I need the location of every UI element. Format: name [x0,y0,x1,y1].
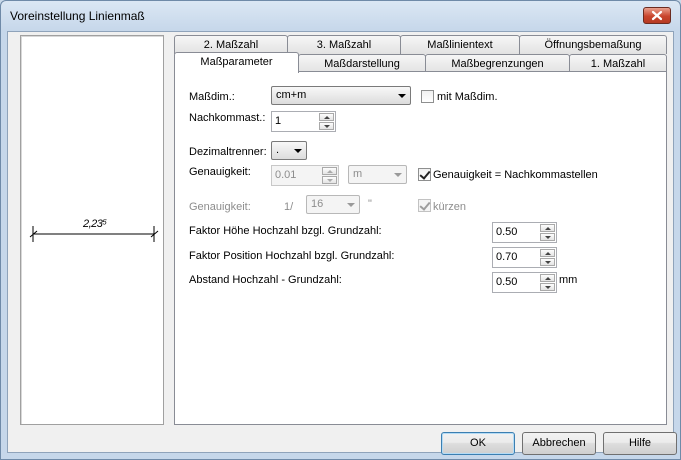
close-button[interactable] [643,7,671,24]
abstand-spinner[interactable]: 0.50 [492,272,557,293]
spin-up-icon[interactable] [322,167,337,175]
dezimaltrenner-label: Dezimaltrenner: [189,146,267,158]
dimension-line-preview [29,226,159,242]
genauigkeit-label: Genauigkeit: [189,166,251,178]
hilfe-button[interactable]: Hilfe [603,432,677,455]
ok-button[interactable]: OK [441,432,515,455]
massdim-label: Maßdim.: [189,91,235,103]
kuerzen-label: kürzen [433,201,467,213]
dezimaltrenner-select[interactable]: . [271,141,307,160]
nachkommast-spinner[interactable]: 1 [271,111,336,132]
spin-up-icon[interactable] [540,224,555,232]
preview-pane: 2,23⁵ [20,35,164,425]
genauigkeit-nachkommastellen-checkbox[interactable] [418,168,431,181]
abstand-label: Abstand Hochzahl - Grundzahl: [189,274,342,286]
chevron-down-icon [347,203,355,207]
abstand-unit: mm [559,274,578,286]
spin-down-icon[interactable] [322,176,337,184]
tab-panel-massparameter [174,71,667,425]
faktor-hoehe-spinner[interactable]: 0.50 [492,222,557,243]
close-icon [651,10,663,21]
spin-down-icon[interactable] [540,258,555,266]
massdim-select[interactable]: cm+m [271,86,411,105]
faktor-hoehe-value: 0.50 [496,226,518,238]
genauigkeit-fraction-label: Genauigkeit: [189,201,251,213]
genauigkeit-fraction-select[interactable]: 16 [306,195,360,214]
nachkommast-label: Nachkommast.: [189,112,266,124]
mit-massdim-label: mit Maßdim. [437,91,498,103]
faktor-position-label: Faktor Position Hochzahl bzgl. Grundzahl… [189,250,395,262]
spin-up-icon[interactable] [540,274,555,282]
faktor-position-spinner[interactable]: 0.70 [492,247,557,268]
window-title: Voreinstellung Linienmaß [10,9,145,23]
genauigkeit-unit-value: m [353,168,363,180]
abstand-value: 0.50 [496,276,518,288]
genauigkeit-fraction-prefix: 1/ [284,201,294,213]
tab-3-masszahl[interactable]: 3. Maßzahl [287,35,401,54]
spin-down-icon[interactable] [540,233,555,241]
massdim-value: cm+m [276,89,307,101]
tab-masslinientext[interactable]: Maßlinientext [400,35,520,54]
mit-massdim-checkbox[interactable] [421,90,434,103]
dezimaltrenner-value: . [276,144,280,156]
spin-down-icon[interactable] [540,283,555,291]
spin-down-icon[interactable] [319,122,334,130]
genauigkeit-value: 0.01 [275,169,297,181]
nachkommast-value: 1 [275,115,282,127]
genauigkeit-fraction-unit: " [368,198,372,210]
tab-oeffnungsbemassung[interactable]: Öffnungsbemaßung [519,35,667,54]
faktor-hoehe-label: Faktor Höhe Hochzahl bzgl. Grundzahl: [189,225,382,237]
preview-dimension-text: 2,23⁵ [83,218,107,230]
chevron-down-icon [294,149,302,153]
abbrechen-button[interactable]: Abbrechen [522,432,596,455]
tab-massparameter[interactable]: Maßparameter [174,52,299,73]
kuerzen-checkbox[interactable] [418,199,431,212]
genauigkeit-unit-select[interactable]: m [348,165,407,184]
spin-up-icon[interactable] [319,113,334,121]
genauigkeit-fraction-value: 16 [311,198,324,210]
genauigkeit-spinner[interactable]: 0.01 [271,165,339,186]
genauigkeit-nachkommastellen-label: Genauigkeit = Nachkommastellen [433,169,598,181]
chevron-down-icon [398,94,406,98]
faktor-position-value: 0.70 [496,251,518,263]
spin-up-icon[interactable] [540,249,555,257]
chevron-down-icon [394,173,402,177]
